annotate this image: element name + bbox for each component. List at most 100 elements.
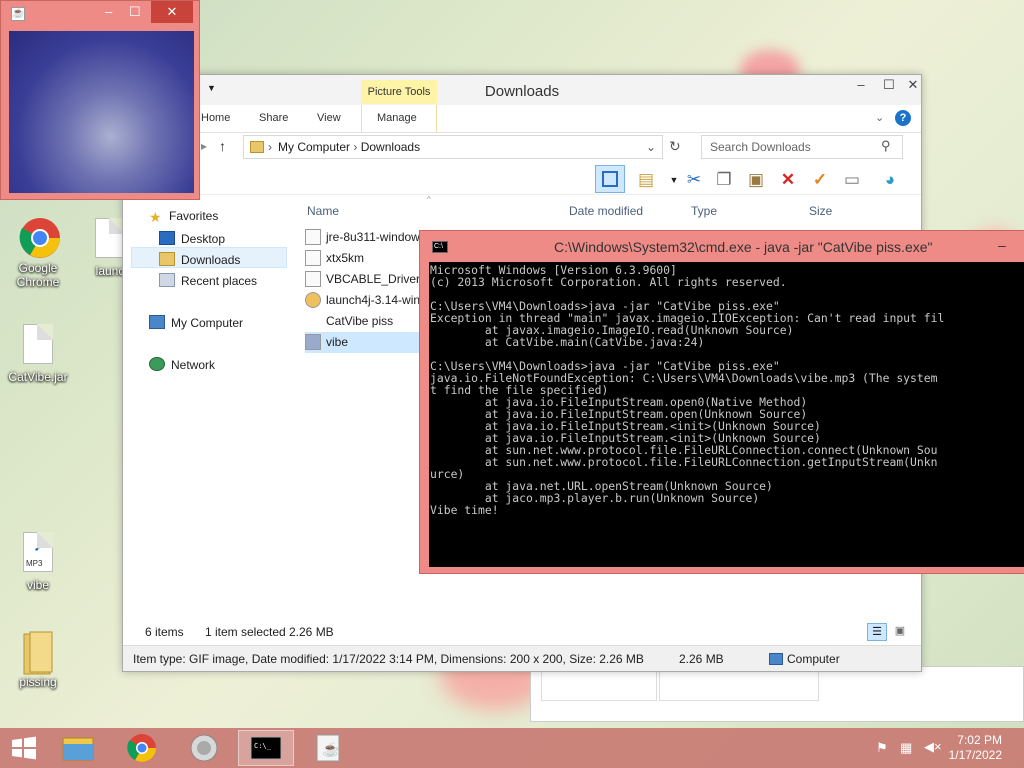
address-dropdown-icon[interactable]: ⌄ [646, 136, 656, 158]
minimize-button[interactable]: – [998, 237, 1006, 253]
copy-icon[interactable]: ❐ [713, 169, 735, 191]
column-name[interactable]: Name [307, 204, 339, 218]
chrome-icon [127, 734, 156, 762]
address-field[interactable]: › My Computer › Downloads ⌄ [243, 135, 663, 159]
downloads-folder-icon [159, 252, 175, 266]
details-location: Computer [787, 652, 840, 666]
tab-share[interactable]: Share [259, 112, 288, 124]
desktop-icon-catvibe-jar[interactable]: CatVibe.jar [6, 324, 70, 384]
column-size[interactable]: Size [809, 204, 832, 218]
rename-icon[interactable]: ✓ [809, 169, 831, 191]
nav-my-computer[interactable]: My Computer [149, 315, 243, 330]
file-row-selected[interactable]: vibe [305, 332, 435, 353]
console-output-area[interactable]: Microsoft Windows [Version 6.3.9600] (c)… [429, 262, 1024, 567]
maximize-button[interactable]: ☐ [129, 4, 141, 20]
launch4j-icon [305, 292, 321, 308]
selection-count: 1 item selected [205, 625, 286, 639]
help-icon[interactable]: ? [895, 110, 911, 126]
search-input[interactable]: Search Downloads [701, 135, 903, 159]
mp3-badge: MP3 [26, 559, 43, 568]
item-count: 6 items [145, 625, 184, 639]
cmd-icon: C:\_ [250, 736, 282, 760]
breadcrumb-my-computer[interactable]: My Computer [278, 140, 350, 154]
cmd-window[interactable]: C:\ C:\Windows\System32\cmd.exe - java -… [419, 230, 1024, 574]
nav-favorites[interactable]: ★ Favorites [149, 209, 219, 225]
windows-logo-icon [12, 736, 36, 760]
ribbon-expand-icon[interactable]: ⌄ [875, 111, 884, 124]
up-arrow-icon[interactable]: ↑ [219, 138, 226, 154]
minimize-button[interactable]: – [105, 4, 112, 19]
file-row[interactable]: CatVibe piss [305, 311, 435, 332]
chrome-icon [18, 216, 60, 258]
nav-network[interactable]: Network [149, 357, 215, 372]
nav-label: Favorites [169, 209, 219, 223]
installer-icon [305, 229, 321, 245]
java-image-window[interactable]: ☕ – ☐ ✕ [0, 0, 200, 200]
system-clock[interactable]: 7:02 PM 1/17/2022 [949, 733, 1002, 763]
shell-icon[interactable]: ◕ [879, 169, 901, 191]
desktop-icon-vibe[interactable]: ♪ MP3 vibe [6, 532, 70, 592]
refresh-icon[interactable]: ↻ [669, 138, 681, 155]
java-icon: ☕ [316, 734, 340, 762]
nav-downloads[interactable]: Downloads [159, 252, 240, 267]
file-name: xtx5km [326, 251, 365, 265]
desktop-icon-chrome[interactable]: Google Chrome [6, 216, 70, 289]
breadcrumb-downloads[interactable]: Downloads [361, 140, 420, 154]
file-name: CatVibe piss [326, 314, 394, 328]
recent-places-icon [159, 273, 175, 287]
paste-icon[interactable]: ▣ [745, 169, 767, 191]
file-row[interactable]: launch4j-3.14-win [305, 290, 435, 311]
action-center-flag-icon[interactable]: ⚑ [876, 740, 888, 756]
start-button[interactable] [0, 730, 48, 766]
file-icon [305, 250, 321, 266]
file-row[interactable]: jre-8u311-windows [305, 227, 435, 248]
cut-icon[interactable]: ✂ [683, 169, 705, 191]
file-row[interactable]: xtx5km [305, 248, 435, 269]
nav-label: Recent places [181, 274, 258, 288]
file-explorer-button[interactable] [50, 730, 106, 766]
close-button[interactable]: ✕ [151, 1, 193, 23]
ribbon-tabs: Home Share View Manage ⌄ ? [123, 105, 921, 133]
preview-pane-icon[interactable] [595, 165, 625, 193]
back-arrow-icon[interactable]: ▸ [201, 139, 207, 153]
java-button[interactable]: ☕ [300, 730, 356, 766]
desktop-icon-label: vibe [26, 578, 49, 592]
cmd-button[interactable]: C:\_ [238, 730, 294, 766]
speaker-app-button[interactable] [176, 730, 232, 766]
delete-icon[interactable]: ✕ [777, 169, 799, 191]
volume-muted-icon[interactable]: ◀× [924, 739, 942, 755]
desktop-icon-pissing[interactable]: pissing [6, 630, 70, 689]
tab-home[interactable]: Home [201, 112, 230, 124]
file-row[interactable]: VBCABLE_Driver_ [305, 269, 435, 290]
tab-view[interactable]: View [317, 112, 341, 124]
breadcrumb-chevron-icon: › [268, 140, 272, 154]
nav-label: Downloads [181, 253, 241, 267]
nav-recent-places[interactable]: Recent places [159, 273, 257, 288]
chrome-button[interactable] [114, 730, 170, 766]
folder-location-icon [250, 141, 264, 153]
speaker-icon [190, 734, 218, 762]
star-icon: ★ [149, 209, 162, 225]
clock-time: 7:02 PM [957, 733, 1002, 747]
column-date-modified[interactable]: Date modified [569, 204, 643, 218]
svg-text:☕: ☕ [322, 740, 339, 758]
tab-manage[interactable]: Manage [377, 112, 417, 124]
details-view-icon[interactable]: ☰ [867, 623, 887, 641]
explorer-titlebar[interactable]: ▼ Picture Tools Downloads – ☐ ✕ [123, 75, 921, 105]
close-button[interactable]: ✕ [899, 75, 927, 95]
cmd-titlebar[interactable]: C:\ C:\Windows\System32\cmd.exe - java -… [420, 231, 1024, 261]
column-type[interactable]: Type [691, 204, 717, 218]
navigation-pane: ★ Favorites Desktop Downloads Recent plac… [123, 199, 295, 619]
properties-icon[interactable]: ▤ [635, 169, 657, 191]
java-icon: ☕ [11, 7, 25, 21]
network-status-icon[interactable]: ▦ [900, 740, 912, 756]
mp3-icon: ♪ MP3 [23, 532, 53, 572]
minimize-button[interactable]: – [847, 75, 875, 95]
dropdown-icon[interactable]: ▼ [663, 169, 685, 191]
taskbar: C:\_ ☕ ⚑ ▦ ◀× 7:02 PM 1/17/2022 [0, 728, 1024, 768]
large-icons-view-icon[interactable]: ▣ [891, 623, 909, 641]
select-icon[interactable]: ▭ [841, 169, 863, 191]
nav-desktop[interactable]: Desktop [159, 231, 225, 246]
installer-icon [305, 271, 321, 287]
cmd-icon: C:\ [432, 241, 448, 253]
